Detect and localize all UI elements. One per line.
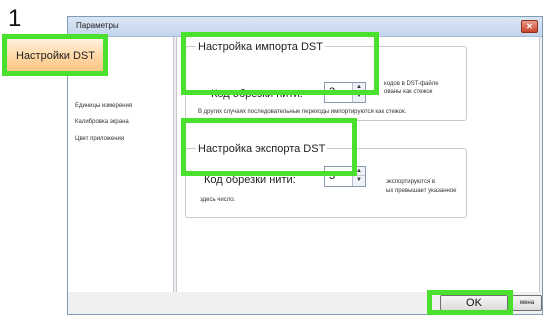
export-description-line-1: экспортируются в [386,179,436,185]
highlight-box-2 [181,32,379,95]
sidebar-item-screen-calibration[interactable]: Калибровка экрана [75,119,129,125]
close-icon: ✕ [526,22,533,31]
dialog-title: Параметры [76,21,119,30]
export-description-line-2: ых превышает указанное [386,188,457,194]
export-description-line-3: здесь число. [200,197,236,203]
highlight-box-ok [427,290,513,315]
settings-sidebar: Единицы измерения Калибровка экрана Цвет… [68,37,174,313]
callout-number-1: 1 [8,5,22,32]
highlight-box-1 [2,34,108,76]
close-button[interactable]: ✕ [521,20,538,33]
spin-down-icon[interactable]: ▼ [353,176,365,185]
import-description-line-1: кодов в DST-файле [384,81,439,87]
import-description-line-2: ованы как стежок [384,89,433,95]
sidebar-item-units[interactable]: Единицы измерения [75,103,132,109]
highlight-box-3 [181,118,357,176]
import-description-line-3: В других случаях последовательные перехо… [198,109,407,115]
cancel-button[interactable]: мена [512,295,542,311]
sidebar-item-app-color[interactable]: Цвет приложения [75,136,124,142]
